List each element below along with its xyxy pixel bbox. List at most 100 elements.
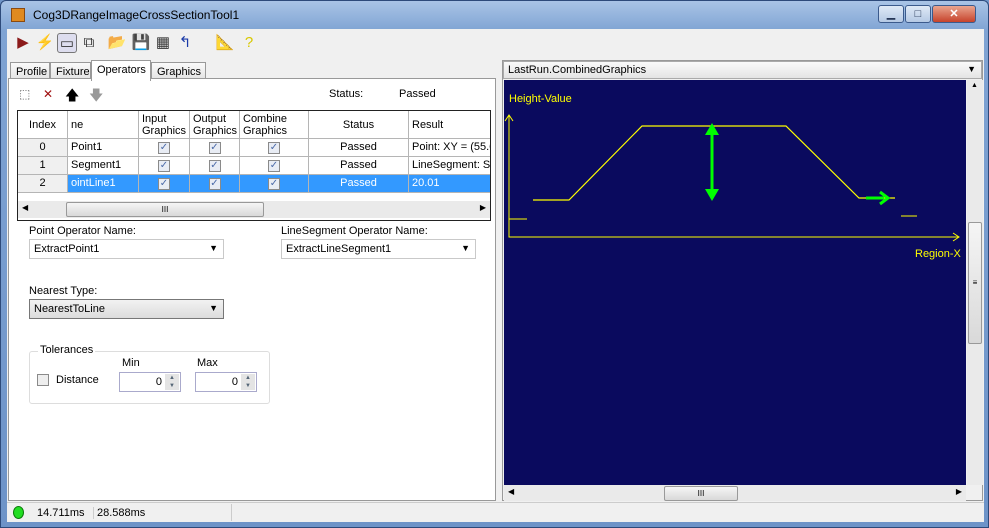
run-time: 14.711ms [37, 507, 85, 519]
chevron-down-icon: ▼ [461, 243, 470, 253]
table-horizontal-scrollbar[interactable]: ◀ III ▶ [18, 201, 490, 218]
operator-name[interactable]: Point1 [68, 139, 139, 157]
min-distance-input[interactable]: 0 ▲ ▼ [119, 372, 181, 392]
arrow-down-icon [705, 189, 719, 201]
max-value: 0 [231, 376, 238, 388]
min-label: Min [122, 357, 140, 369]
tolerances-label: Tolerances [38, 344, 96, 356]
lightning-icon[interactable]: ⚡ [35, 33, 55, 53]
move-down-icon[interactable]: 🡇 [89, 85, 103, 109]
max-distance-input[interactable]: 0 ▲ ▼ [195, 372, 257, 392]
move-up-icon[interactable]: 🡅 [65, 85, 79, 109]
app-icon [11, 8, 25, 22]
input-graphics-checkbox-cell[interactable]: ✓ [139, 157, 190, 175]
max-label: Max [197, 357, 218, 369]
graphics-panel: LastRun.CombinedGraphics ▼ Height-Value R… [502, 60, 983, 501]
add-operator-icon[interactable]: ⬚ [19, 87, 30, 101]
status-divider [231, 504, 232, 521]
min-value: 0 [155, 376, 162, 388]
scroll-up-icon[interactable]: ▲ [971, 82, 978, 89]
delete-operator-icon[interactable]: ✕ [43, 87, 53, 101]
scroll-thumb[interactable]: III [66, 202, 264, 217]
display-toggle-icon[interactable]: ▭ [57, 33, 77, 53]
combine-graphics-checkbox[interactable]: ✓ [268, 142, 280, 154]
operator-result[interactable]: 20.01 [409, 175, 490, 193]
operator-result[interactable]: LineSegment: Sta [409, 157, 490, 175]
combine-graphics-checkbox-cell[interactable]: ✓ [240, 139, 309, 157]
operator-name[interactable]: Segment1 [68, 157, 139, 175]
distance-label: Distance [56, 374, 99, 386]
reset-icon[interactable]: ↰ [175, 33, 195, 53]
application-window: Cog3DRangeImageCrossSectionTool1 ▁ □ ✕ ▶… [0, 0, 989, 528]
scroll-left-icon[interactable]: ◀ [508, 487, 514, 496]
status-value: Passed [399, 88, 436, 100]
run-icon[interactable]: ▶ [13, 33, 33, 53]
graphics-selector-dropdown[interactable]: LastRun.CombinedGraphics ▼ [503, 61, 982, 79]
status-indicator-icon [13, 506, 24, 519]
save-icon[interactable]: 💾 [131, 33, 151, 53]
point-operator-dropdown[interactable]: ExtractPoint1 ▼ [29, 239, 224, 259]
output-graphics-checkbox-cell[interactable]: ✓ [190, 157, 240, 175]
combine-graphics-checkbox[interactable]: ✓ [268, 160, 280, 172]
column-header[interactable]: Index [18, 111, 68, 139]
ruler-icon[interactable]: 📐 [215, 33, 235, 53]
input-graphics-checkbox[interactable]: ✓ [158, 178, 170, 190]
spinner-arrows-icon[interactable]: ▲ ▼ [165, 374, 179, 390]
profile-graphic: Height-Value Region-X [504, 93, 962, 260]
help-icon[interactable]: ? [239, 33, 259, 53]
window-title: Cog3DRangeImageCrossSectionTool1 [33, 8, 240, 22]
column-header[interactable]: Result [409, 111, 490, 139]
save-settings-icon[interactable]: ▦ [153, 33, 173, 53]
row-index[interactable]: 0 [18, 139, 68, 157]
total-time: 28.588ms [93, 507, 145, 519]
point-operator-label: Point Operator Name: [29, 225, 136, 237]
input-graphics-checkbox-cell[interactable]: ✓ [139, 139, 190, 157]
vertical-scroll-thumb[interactable]: ≡ [968, 222, 982, 344]
output-graphics-checkbox[interactable]: ✓ [208, 160, 221, 172]
nearest-type-dropdown[interactable]: NearestToLine ▼ [29, 299, 224, 319]
client-area: ▶ ⚡ ▭ ⧉ 📂 💾 ▦ ↰ 📐? Profile Fixture Operators Gra… [7, 29, 984, 522]
close-button[interactable]: ✕ [932, 5, 976, 23]
open-icon[interactable]: 📂 [107, 33, 127, 53]
operator-name[interactable]: ointLine1 [68, 175, 139, 193]
combine-graphics-checkbox-cell[interactable]: ✓ [240, 175, 309, 193]
maximize-button[interactable]: □ [905, 5, 931, 23]
input-graphics-checkbox-cell[interactable]: ✓ [139, 175, 190, 193]
output-graphics-checkbox[interactable]: ✓ [208, 142, 221, 154]
y-axis-label: Height-Value [509, 93, 572, 105]
minimize-button[interactable]: ▁ [878, 5, 904, 23]
row-index[interactable]: 2 [18, 175, 68, 193]
scroll-right-icon[interactable]: ▶ [480, 203, 486, 212]
input-graphics-checkbox[interactable]: ✓ [158, 142, 170, 154]
column-header[interactable]: ne [68, 111, 139, 139]
tab-operators[interactable]: Operators [91, 60, 151, 81]
column-header[interactable]: Status [309, 111, 409, 139]
operator-result[interactable]: Point: XY = (55.6 [409, 139, 490, 157]
arrow-up-icon [705, 123, 719, 135]
operator-status[interactable]: Passed [309, 157, 409, 175]
input-graphics-checkbox[interactable]: ✓ [158, 160, 170, 172]
graphics-display[interactable]: Height-Value Region-X [504, 80, 966, 485]
row-index[interactable]: 1 [18, 157, 68, 175]
combine-graphics-checkbox[interactable]: ✓ [268, 178, 280, 190]
column-header[interactable]: Combine Graphics [240, 111, 309, 139]
output-graphics-checkbox[interactable]: ✓ [208, 178, 221, 190]
floating-window-icon[interactable]: ⧉ [79, 33, 99, 53]
graphics-vertical-scrollbar[interactable]: ▲ ≡ [967, 80, 983, 485]
scroll-thumb[interactable]: III [664, 486, 738, 501]
scroll-left-icon[interactable]: ◀ [22, 203, 28, 212]
column-header[interactable]: Input Graphics [139, 111, 190, 139]
graphics-horizontal-scrollbar[interactable]: ◀ III ▶ [504, 485, 966, 501]
scroll-right-icon[interactable]: ▶ [956, 487, 962, 496]
output-graphics-checkbox-cell[interactable]: ✓ [190, 175, 240, 193]
distance-checkbox[interactable] [37, 374, 49, 386]
operator-status[interactable]: Passed [309, 139, 409, 157]
title-bar: Cog3DRangeImageCrossSectionTool1 ▁ □ ✕ [7, 5, 982, 25]
operator-status[interactable]: Passed [309, 175, 409, 193]
x-axis-label: Region-X [915, 248, 962, 260]
output-graphics-checkbox-cell[interactable]: ✓ [190, 139, 240, 157]
spinner-arrows-icon[interactable]: ▲ ▼ [241, 374, 255, 390]
line-operator-dropdown[interactable]: ExtractLineSegment1 ▼ [281, 239, 476, 259]
combine-graphics-checkbox-cell[interactable]: ✓ [240, 157, 309, 175]
column-header[interactable]: Output Graphics [190, 111, 240, 139]
